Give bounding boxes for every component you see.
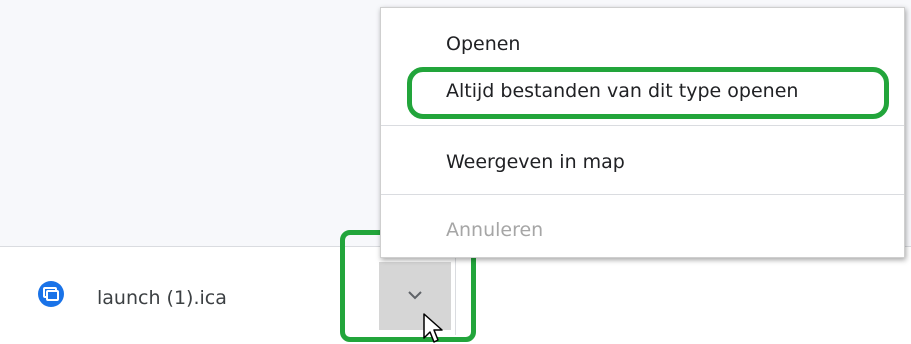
menu-divider bbox=[381, 194, 904, 195]
download-context-menu: Openen Altijd bestanden van dit type ope… bbox=[380, 7, 905, 258]
citrix-receiver-icon[interactable] bbox=[37, 280, 65, 308]
menu-item-openen[interactable]: Openen bbox=[446, 32, 520, 56]
menu-item-show-in-folder[interactable]: Weergeven in map bbox=[446, 150, 625, 174]
pointer-cursor-icon bbox=[423, 313, 443, 343]
download-file-name[interactable]: launch (1).ica bbox=[97, 286, 227, 310]
highlight-annotation-menu-item bbox=[407, 67, 889, 119]
menu-item-cancel: Annuleren bbox=[446, 219, 544, 241]
menu-divider bbox=[381, 125, 904, 126]
